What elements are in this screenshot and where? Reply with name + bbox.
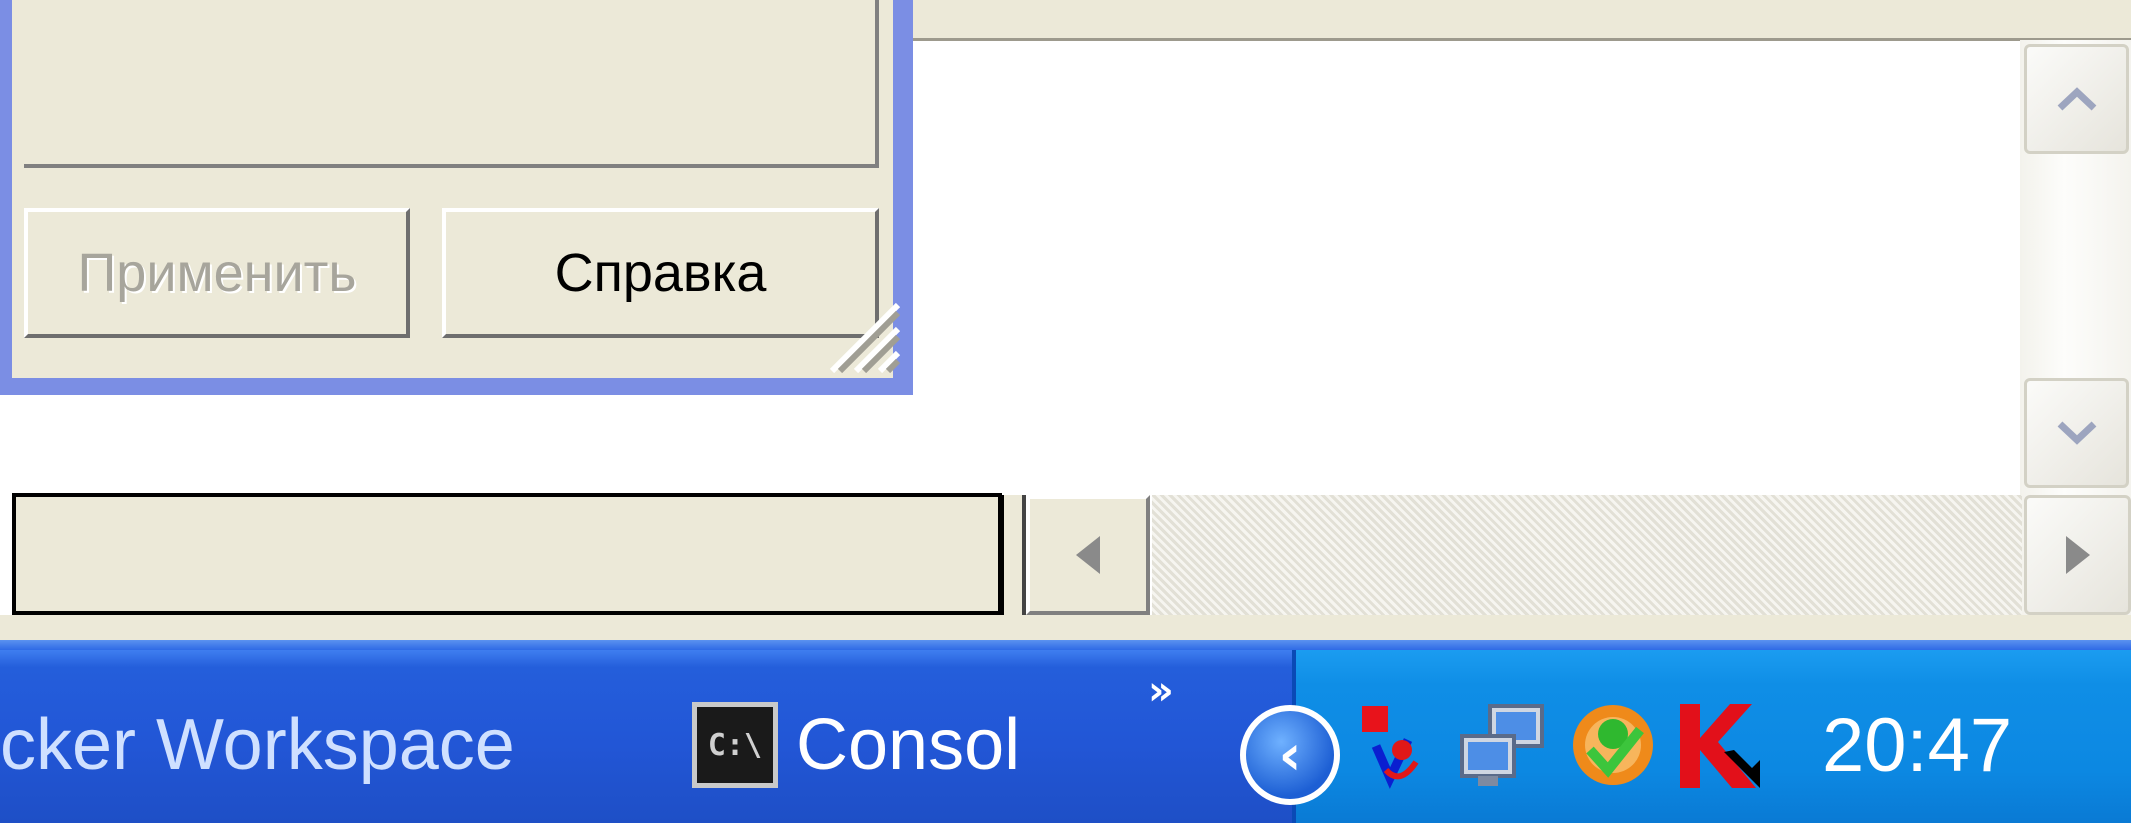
taskbar-button-workspace[interactable]: cker Workspace bbox=[0, 690, 515, 800]
taskbar-edge bbox=[0, 625, 2131, 650]
resize-grip-icon[interactable] bbox=[820, 295, 900, 373]
chevron-up-icon bbox=[2057, 87, 2096, 111]
horizontal-scroll-track[interactable] bbox=[1152, 495, 2022, 615]
dialog-body: Применить Справка bbox=[12, 0, 900, 378]
help-button[interactable]: Справка bbox=[442, 208, 879, 338]
status-panel bbox=[12, 493, 1002, 615]
scroll-down-button[interactable] bbox=[2024, 378, 2129, 488]
arrow-right-icon bbox=[2065, 536, 2090, 574]
scroll-up-button[interactable] bbox=[2024, 44, 2129, 154]
taskbar-overflow-chevron-icon[interactable]: » bbox=[1148, 668, 1174, 714]
dialog-content-panel bbox=[24, 0, 879, 168]
kaspersky-icon[interactable] bbox=[1674, 700, 1766, 792]
taskbar-button-label: Consol bbox=[796, 705, 1021, 785]
chevron-down-icon bbox=[2057, 421, 2096, 445]
taskbar-button-label: cker Workspace bbox=[0, 705, 515, 785]
window-top-edge bbox=[910, 0, 2131, 41]
scrollbar-splitter[interactable] bbox=[998, 495, 1026, 615]
scroll-left-button[interactable] bbox=[1026, 495, 1150, 615]
clock[interactable]: 20:47 bbox=[1822, 690, 2012, 800]
scroll-right-button[interactable] bbox=[2024, 495, 2131, 615]
apply-button[interactable]: Применить bbox=[24, 208, 410, 338]
taskbar-button-console[interactable]: C:\ Consol bbox=[692, 690, 1020, 800]
arrow-left-icon bbox=[1076, 536, 1100, 574]
dialog-window: Применить Справка bbox=[0, 0, 913, 395]
antivirus-status-icon[interactable] bbox=[1568, 700, 1658, 790]
network-alert-icon[interactable] bbox=[1356, 700, 1436, 790]
network-connections-icon[interactable] bbox=[1458, 702, 1548, 790]
console-icon: C:\ bbox=[692, 702, 778, 788]
taskbar: cker Workspace C:\ Consol » ‹ 20:47 bbox=[0, 650, 2131, 823]
tray-expand-button[interactable]: ‹ bbox=[1240, 705, 1340, 805]
